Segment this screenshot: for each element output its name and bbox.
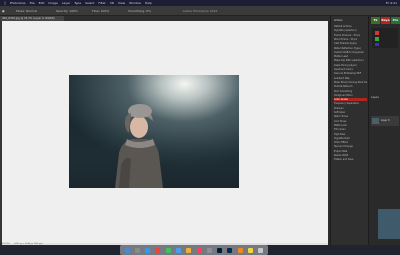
action-item[interactable]: Orton Effect [334, 141, 367, 144]
photoshop-icon[interactable] [217, 247, 223, 253]
lightroom-icon[interactable] [227, 247, 233, 253]
menu-item-select[interactable]: Select [85, 1, 94, 5]
action-item[interactable]: Make Clip Path (selection) [334, 59, 367, 62]
clock-text[interactable]: Fri 9:41 [386, 1, 397, 5]
trash-icon[interactable] [258, 247, 264, 253]
menu-item-view[interactable]: View [118, 1, 125, 5]
action-item[interactable]: Mixer Brush Cloning Paint Setup [334, 81, 367, 84]
mail-icon[interactable] [176, 247, 182, 253]
action-item[interactable]: Quadrant Colors [334, 68, 367, 71]
right-panel-dock: Tk Raya Pro Layers Layer 0 [368, 16, 400, 245]
swatch-green[interactable] [375, 37, 379, 41]
color-swatches[interactable] [372, 28, 398, 48]
action-item[interactable]: Cast Shadow (type) [334, 42, 367, 45]
action-item[interactable]: Resize 2048 [334, 154, 367, 157]
document-tab-label: IMG_8428.jpg @ 33.3% (Layer 0, RGB/8) [2, 17, 55, 20]
actions-panel-header[interactable]: Actions [334, 19, 367, 22]
menu-item-window[interactable]: Window [129, 1, 141, 5]
action-item[interactable]: Wood Frame - 50 px [334, 38, 367, 41]
action-item[interactable]: Molten Lead [334, 55, 367, 58]
document-image[interactable] [69, 75, 239, 188]
menu-item-image[interactable]: Image [48, 1, 57, 5]
action-item[interactable]: Portrait Retouch [334, 85, 367, 88]
action-item[interactable]: Teal and Orange [334, 145, 367, 148]
menu-item-file[interactable]: File [30, 1, 35, 5]
chrome-icon[interactable] [155, 247, 161, 253]
plugin-badge-pro[interactable]: Pro [391, 17, 400, 24]
action-item[interactable]: High Pass [334, 133, 367, 136]
action-item[interactable]: Skin Smoothing [334, 90, 367, 93]
messages-icon[interactable] [165, 247, 171, 253]
action-item[interactable]: Color Grade [334, 98, 367, 102]
menu-item-filter[interactable]: Filter [98, 1, 105, 5]
layers-panel-header[interactable]: Layers [371, 96, 399, 99]
launchpad-icon[interactable] [134, 247, 140, 253]
plugin-badge-raya[interactable]: Raya [381, 17, 390, 24]
action-item[interactable]: Export Web [334, 150, 367, 153]
actions-panel: Actions Default Actions Vignette (selecti… [330, 16, 369, 245]
action-item[interactable]: Save As Photoshop PDF [334, 72, 367, 75]
menu-item-photoshop[interactable]: Photoshop [10, 1, 26, 5]
portrait-photo [69, 75, 239, 188]
action-item[interactable]: Default Actions [334, 25, 367, 28]
safari-icon[interactable] [145, 247, 151, 253]
layer-name: Layer 0 [381, 119, 390, 122]
action-item[interactable]: Matte Look [334, 124, 367, 127]
menu-item-edit[interactable]: Edit [39, 1, 45, 5]
plugin-badge-tk[interactable]: Tk [371, 17, 380, 24]
action-item[interactable]: Sepia Toning (layer) [334, 64, 367, 67]
action-item[interactable]: Warm Tones [334, 115, 367, 118]
action-item[interactable]: Gradient Map [334, 77, 367, 80]
action-item[interactable]: Flatten and Save [334, 158, 367, 161]
vlc-icon[interactable] [237, 247, 243, 253]
layer-thumbnail [372, 118, 379, 124]
layer-row[interactable]: Layer 0 [371, 116, 399, 126]
music-icon[interactable] [196, 247, 202, 253]
swatch-blue[interactable] [375, 43, 379, 46]
menu-item-3d[interactable]: 3D [110, 1, 114, 5]
action-item[interactable]: Soft Glow [334, 111, 367, 114]
action-item[interactable]: Cool Tones [334, 120, 367, 123]
action-item[interactable]: Custom RGB to Grayscale [334, 51, 367, 54]
menu-item-layer[interactable]: Layer [62, 1, 70, 5]
action-item[interactable]: Dodge and Burn [334, 94, 367, 97]
photos-icon[interactable] [186, 247, 192, 253]
apple-menu-icon[interactable]:  [4, 1, 6, 5]
window-title: Adobe Photoshop 2022 [182, 9, 218, 13]
notes-icon[interactable] [248, 247, 254, 253]
menu-item-type[interactable]: Type [74, 1, 81, 5]
action-item[interactable]: Vignette (selection) [334, 29, 367, 32]
menu-item-help[interactable]: Help [145, 1, 152, 5]
navigator-preview[interactable] [378, 209, 400, 239]
swatch-red[interactable] [375, 31, 379, 35]
action-item[interactable]: Water Reflection (type) [334, 47, 367, 50]
settings-icon[interactable] [206, 247, 212, 253]
action-item[interactable]: Frequency Separation [334, 102, 367, 105]
action-item[interactable]: Film Grain [334, 128, 367, 131]
action-item[interactable]: Vignette Dark [334, 137, 367, 140]
action-item[interactable]: Frame Channel - 50 px [334, 34, 367, 37]
plugin-badges: Tk Raya Pro [371, 17, 400, 24]
dock [120, 245, 268, 255]
finder-icon[interactable] [124, 247, 130, 253]
action-item[interactable]: Sharpen [334, 107, 367, 110]
